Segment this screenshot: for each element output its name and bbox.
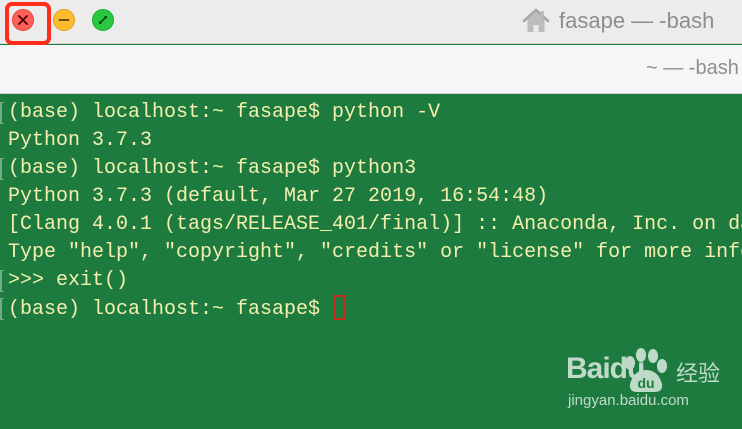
text-cursor bbox=[333, 295, 347, 320]
terminal-line: (base) localhost:~ fasape$ python3 bbox=[8, 157, 417, 180]
terminal-line: Python 3.7.3 bbox=[8, 129, 153, 152]
fullscreen-button[interactable] bbox=[92, 9, 114, 31]
home-icon bbox=[522, 8, 550, 34]
terminal-window: fasape — -bash ~ — -bash (base) localhos… bbox=[0, 0, 742, 429]
terminal-line: Type "help", "copyright", "credits" or "… bbox=[8, 241, 742, 264]
fullscreen-icon bbox=[99, 16, 107, 24]
tab-label[interactable]: ~ — -bash bbox=[646, 57, 739, 80]
prompt-mark bbox=[0, 270, 4, 292]
terminal-line: >>> exit() bbox=[8, 269, 129, 292]
terminal-output[interactable]: (base) localhost:~ fasape$ python -V Pyt… bbox=[0, 95, 742, 429]
close-button[interactable] bbox=[12, 9, 34, 31]
window-title: fasape — -bash bbox=[522, 6, 714, 36]
prompt-mark bbox=[0, 158, 4, 180]
terminal-line: (base) localhost:~ fasape$ python -V bbox=[8, 101, 441, 124]
minimize-button[interactable] bbox=[53, 9, 75, 31]
close-icon bbox=[18, 15, 28, 25]
prompt-mark bbox=[0, 298, 4, 320]
title-bar[interactable]: fasape — -bash bbox=[0, 0, 742, 45]
prompt-mark bbox=[0, 102, 4, 124]
window-title-text: fasape — -bash bbox=[559, 8, 715, 33]
prompt-text: (base) localhost:~ fasape$ bbox=[8, 298, 333, 321]
terminal-line: Python 3.7.3 (default, Mar 27 2019, 16:5… bbox=[8, 185, 549, 208]
tab-bar: ~ — -bash bbox=[0, 45, 742, 94]
terminal-line: [Clang 4.0.1 (tags/RELEASE_401/final)] :… bbox=[8, 213, 742, 236]
minimize-icon bbox=[58, 19, 70, 21]
terminal-prompt-line[interactable]: (base) localhost:~ fasape$ bbox=[8, 295, 347, 324]
